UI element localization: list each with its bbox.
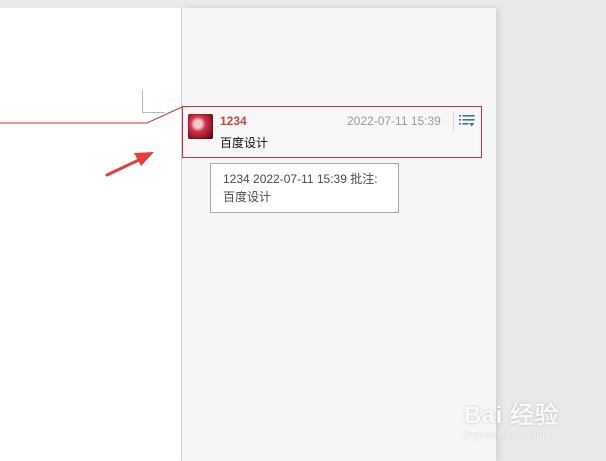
word-document-window: 1234 2022-07-11 15:39 百度设计 1234 2022-07-… [0, 0, 606, 461]
avatar [188, 114, 213, 139]
page-margin-marker [142, 90, 165, 113]
comment-pane [181, 8, 496, 461]
comment-menu-button[interactable] [453, 111, 478, 131]
tooltip-header: 1234 2022-07-11 15:39 批注: [223, 172, 378, 186]
comment-card[interactable]: 1234 2022-07-11 15:39 百度设计 [182, 106, 482, 158]
list-menu-icon [459, 115, 475, 127]
watermark: Bai 经验 jingyan.baidu.com [464, 395, 604, 455]
tooltip-body: 百度设计 [223, 190, 272, 204]
comment-timestamp: 2022-07-11 15:39 [347, 114, 441, 128]
comment-author: 1234 [220, 114, 247, 128]
comment-tooltip: 1234 2022-07-11 15:39 批注: 百度设计 [210, 163, 399, 213]
comment-text[interactable]: 百度设计 [220, 134, 268, 151]
watermark-logo: Bai 经验 [464, 402, 560, 429]
document-page[interactable] [0, 8, 182, 461]
watermark-url: jingyan.baidu.com [464, 430, 545, 441]
